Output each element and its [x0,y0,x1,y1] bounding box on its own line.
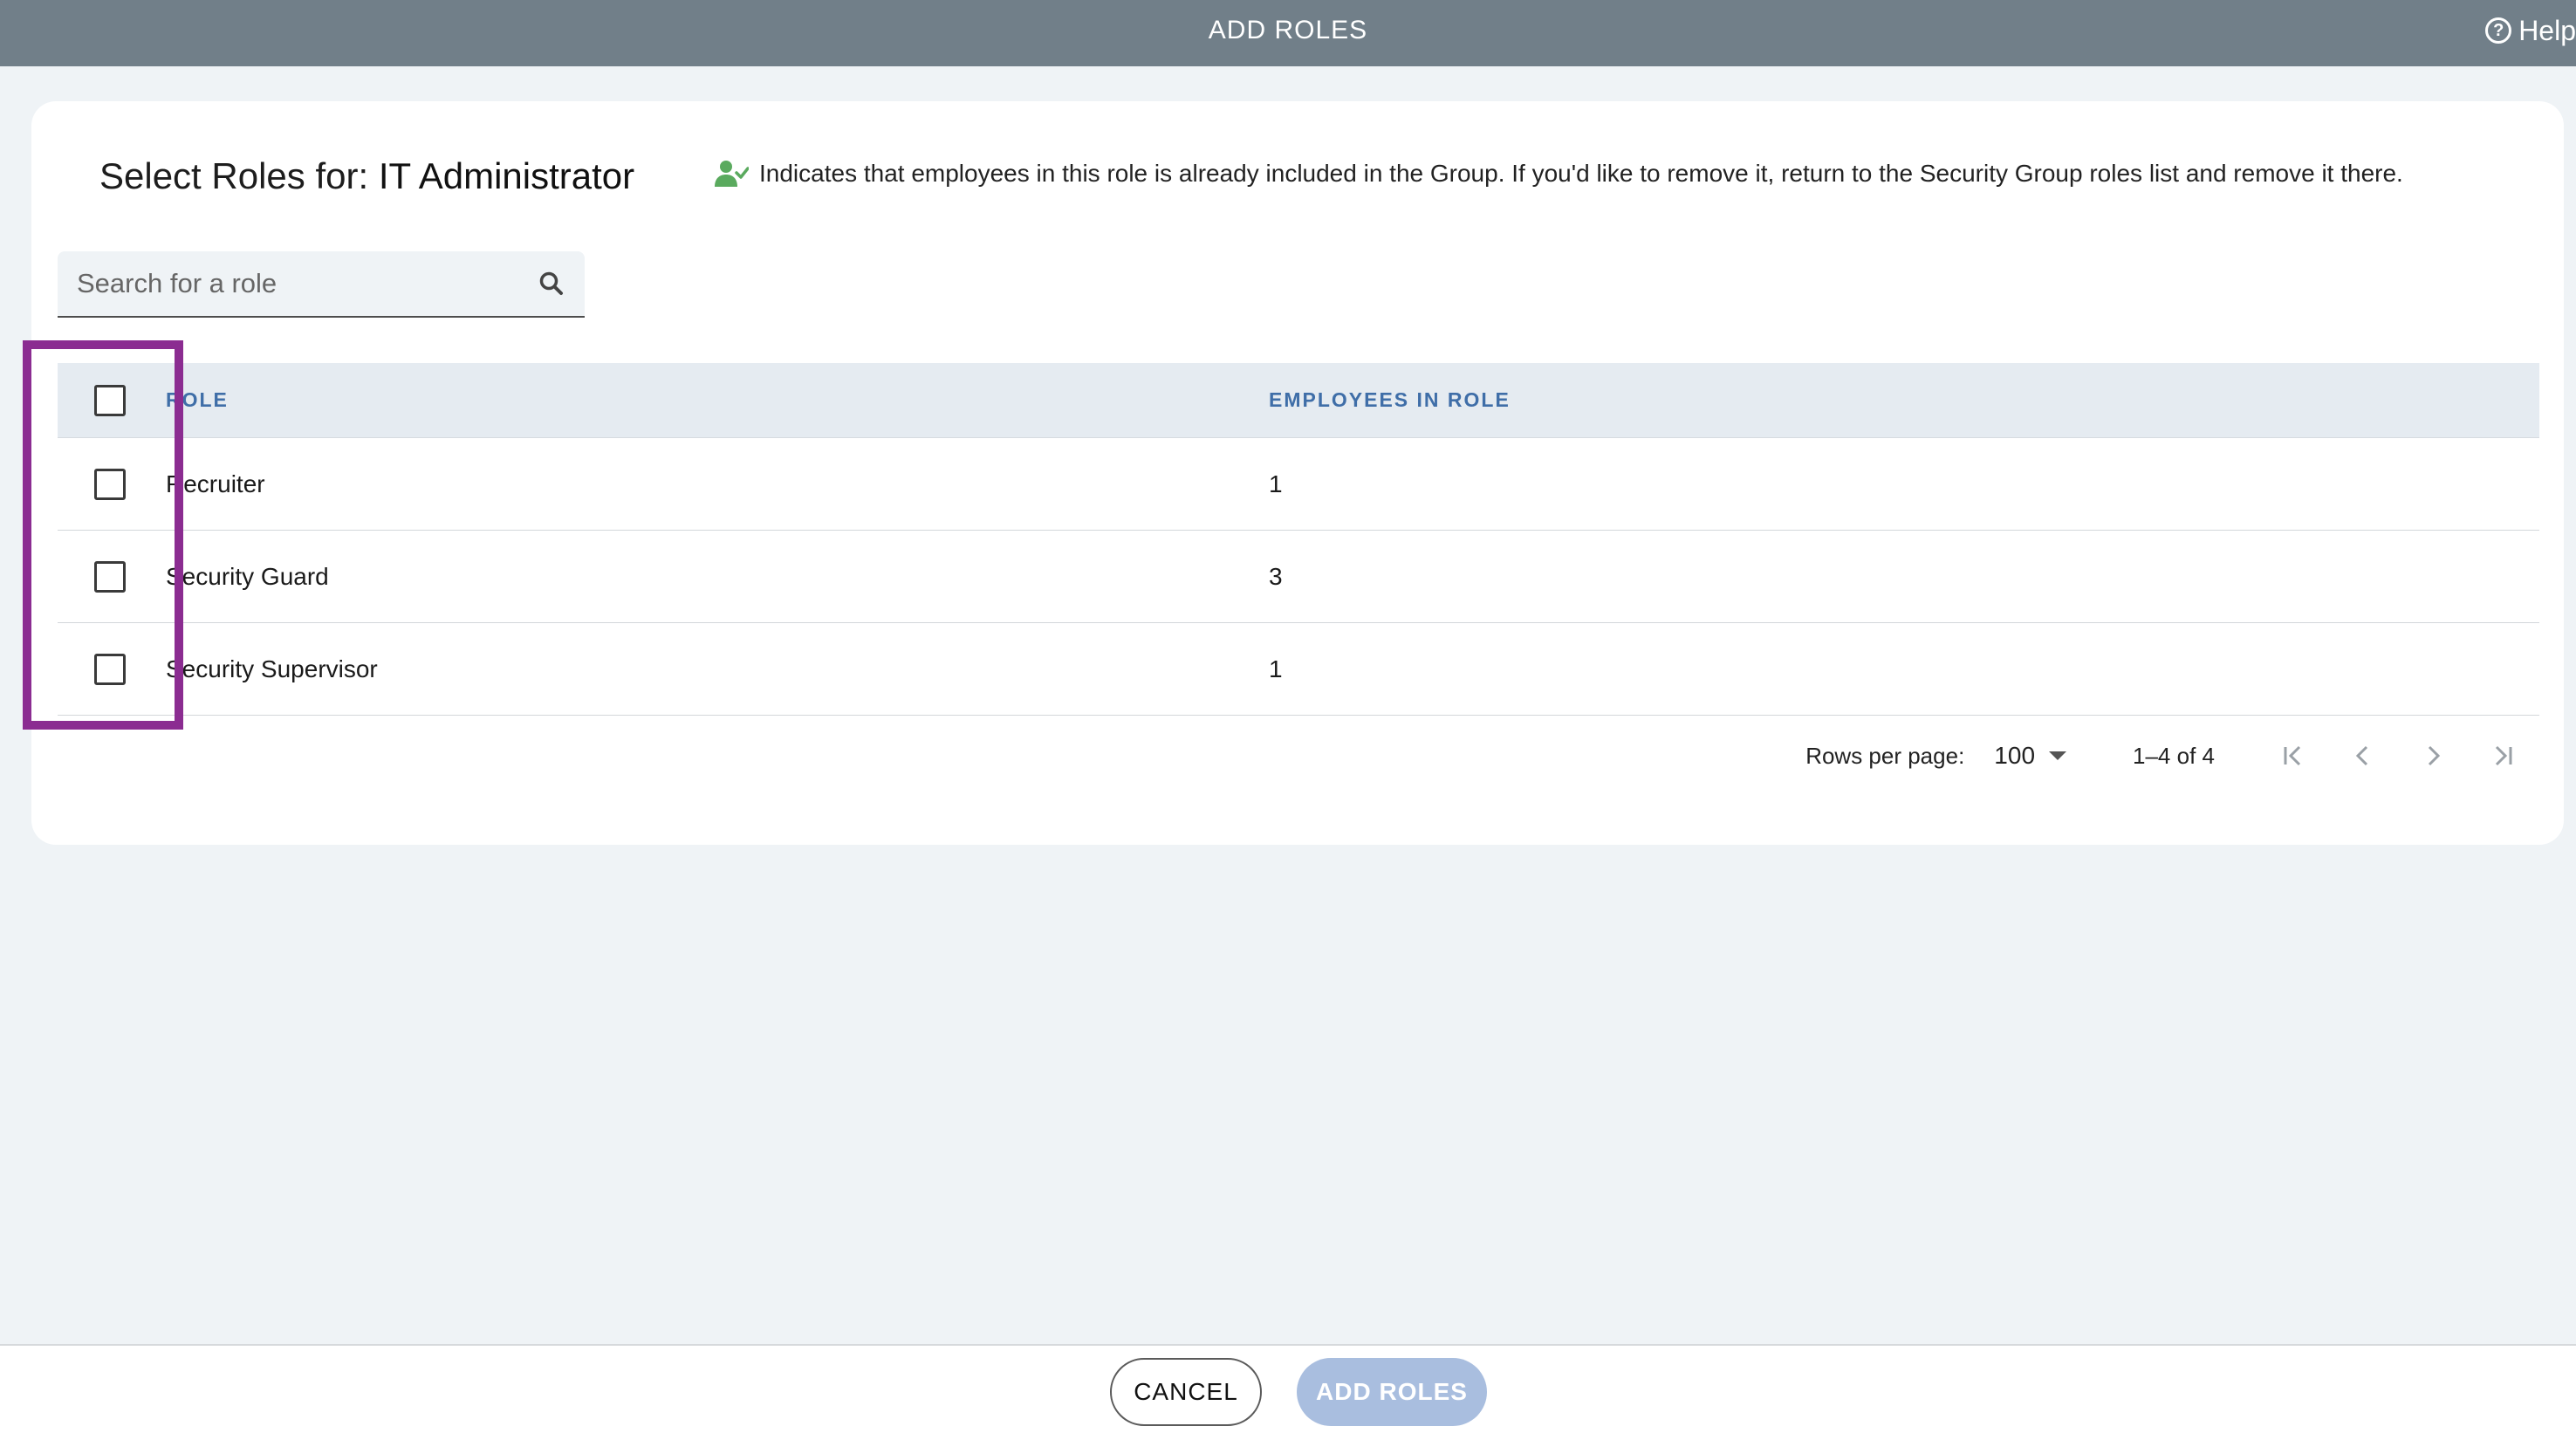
rows-per-page-label: Rows per page: [1805,742,1965,769]
select-all-checkbox[interactable] [94,384,126,416]
table-row[interactable]: Security Supervisor 1 [58,623,2539,716]
group-name: IT Administrator [378,155,635,196]
included-note-text: Indicates that employees in this role is… [759,160,2403,187]
row-checkbox[interactable] [94,653,126,685]
employee-count: 1 [1269,655,1283,682]
help-link[interactable]: ? Help [2485,0,2576,61]
row-checkbox[interactable] [94,560,126,593]
top-bar: ADD ROLES ? Help [0,0,2576,66]
last-page-button[interactable] [2468,730,2538,782]
heading-prefix: Select Roles for: [99,155,369,196]
table-row[interactable]: Security Guard 3 [58,531,2539,623]
roles-card: Select Roles for: IT Administrator Indic… [31,101,2564,845]
previous-page-button[interactable] [2328,730,2398,782]
last-page-icon [2495,745,2512,766]
role-name: Recruiter [166,470,265,497]
page-title: Select Roles for: IT Administrator [99,155,634,197]
table-header: ROLE EMPLOYEES IN ROLE [58,363,2539,438]
employee-count: 3 [1269,562,1283,590]
cancel-button[interactable]: CANCEL [1110,1358,1262,1426]
table-row[interactable]: Recruiter 1 [58,438,2539,531]
add-roles-button[interactable]: ADD ROLES [1297,1358,1487,1426]
first-page-button[interactable] [2258,730,2328,782]
pagination: Rows per page: 100 1–4 of 4 [1805,730,2538,782]
search-box [58,251,585,318]
help-icon: ? [2485,17,2512,44]
included-note: Indicates that employees in this role is… [714,159,2403,189]
role-name: Security Guard [166,562,329,590]
column-header-employees[interactable]: EMPLOYEES IN ROLE [1269,388,1511,412]
dialog-footer: CANCEL ADD ROLES [0,1344,2576,1433]
role-name: Security Supervisor [166,655,378,682]
column-header-role[interactable]: ROLE [166,388,1269,412]
dialog-title: ADD ROLES [1208,16,1368,45]
next-page-button[interactable] [2398,730,2468,782]
search-input[interactable] [77,268,538,299]
chevron-left-icon [2355,745,2368,766]
caret-down-icon [2049,751,2067,760]
chevron-right-icon [2428,745,2441,766]
page-range: 1–4 of 4 [2133,742,2215,769]
roles-table: ROLE EMPLOYEES IN ROLE Recruiter 1 Secur… [58,363,2539,716]
rows-per-page-select[interactable]: 100 [1994,742,2067,770]
rows-per-page-value: 100 [1994,742,2036,769]
row-checkbox[interactable] [94,468,126,500]
search-icon[interactable] [538,270,565,298]
employee-count: 1 [1269,470,1283,497]
user-check-icon [715,161,749,187]
first-page-icon [2284,745,2301,766]
help-label: Help [2518,14,2576,46]
